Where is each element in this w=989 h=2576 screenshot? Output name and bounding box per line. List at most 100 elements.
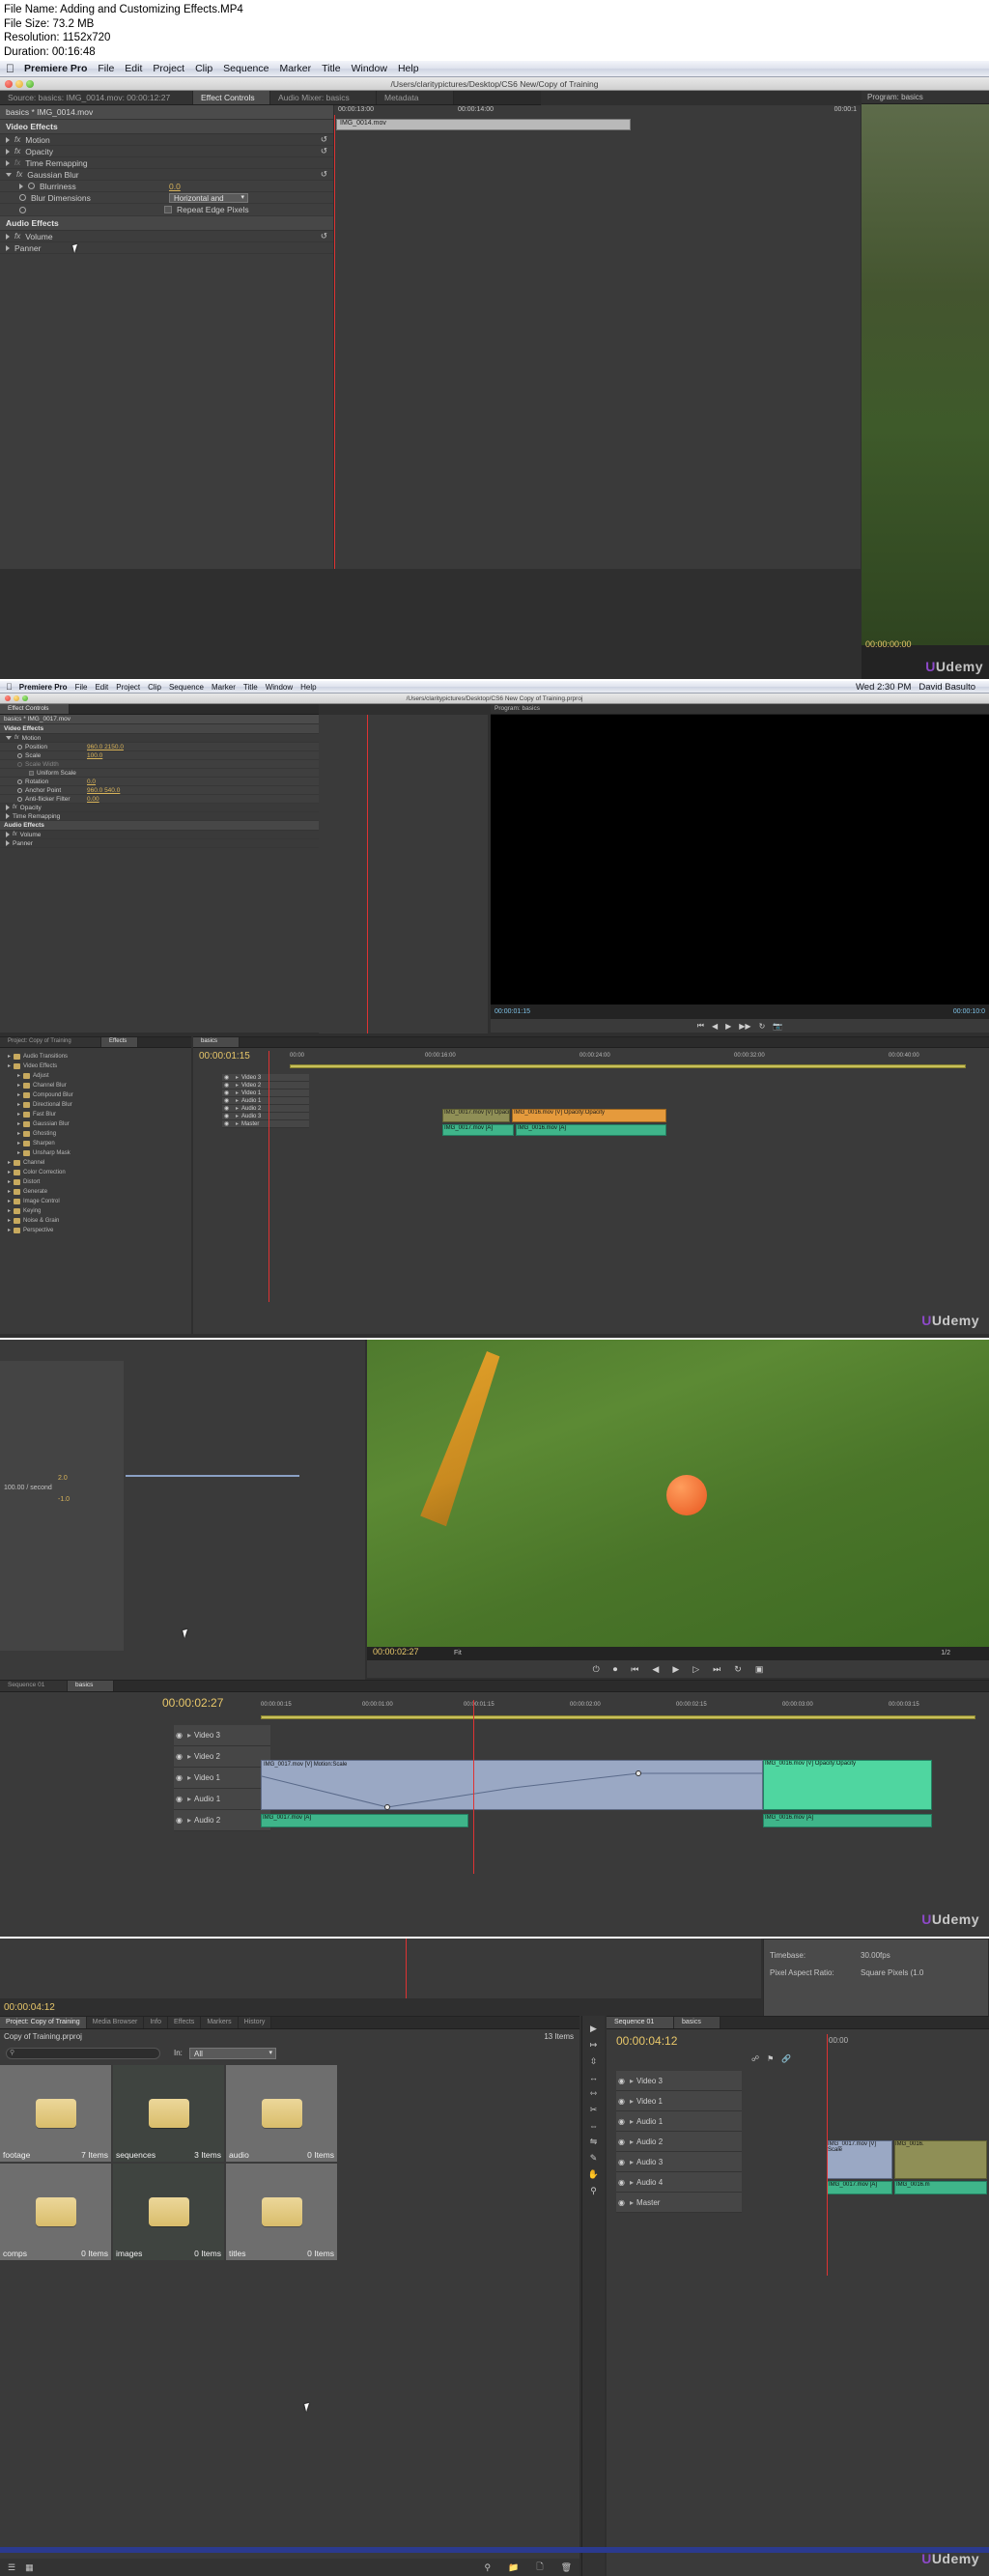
project-tab-project-copy-of-training[interactable]: Project: Copy of Training [0,2017,87,2029]
effects-tree-2[interactable]: ▸ Audio Transitions ▸ Video Effects ▸ Adjust ▸… [0,1048,191,1235]
stopwatch-icon[interactable] [17,778,22,784]
program-ratio-3[interactable]: 1/2 [941,1650,950,1656]
project-bin-item[interactable]: comps 0 Items [0,2164,111,2261]
disclosure-triangle-icon[interactable]: ▸ [17,1110,20,1119]
eye-icon[interactable]: ◉ [618,2071,625,2091]
track-header[interactable]: ◉ ▸ Master [222,1120,309,1129]
disclosure-triangle-icon[interactable]: ▸ [630,2158,634,2166]
menu-clip[interactable]: Clip [195,63,212,74]
play-icon[interactable]: ▶ [672,1664,679,1675]
project-bin-item[interactable]: titles 0 Items [226,2164,337,2261]
fit-label-3[interactable]: Fit [454,1650,462,1656]
program-timecode-3[interactable]: 00:00:02:27 [373,1647,419,1656]
eye-icon[interactable]: ◉ [618,2132,625,2152]
track-header[interactable]: ◉ ▸ Audio 4 [616,2172,742,2194]
disclosure-triangle-icon[interactable]: ▸ [236,1083,239,1089]
menu-premiere-pro[interactable]: Premiere Pro [19,683,68,692]
disclosure-triangle-icon[interactable] [6,736,12,741]
effect-controls-timeline-1[interactable]: 00:00:13:00 00:00:14:00 00:00:1 IMG_0014… [334,105,861,570]
effects-tree-item[interactable]: ▸ Unsharp Mask [4,1148,191,1158]
repeat-edge-pixels-checkbox[interactable] [164,206,172,214]
effects-tree-item[interactable]: ▸ Image Control [4,1197,191,1206]
effects-tree-item[interactable]: ▸ Directional Blur [4,1100,191,1110]
reset-icon[interactable]: ↺ [321,169,327,180]
eye-icon[interactable]: ◉ [176,1810,183,1831]
effects-tree-item[interactable]: ▸ Fast Blur [4,1110,191,1119]
step-back-icon[interactable]: ◀ [652,1664,659,1675]
track-header[interactable]: ◉ ▸ Audio 3 [222,1113,309,1121]
disclosure-triangle-icon[interactable]: ▸ [187,1773,191,1782]
program-timecode-left-2[interactable]: 00:00:01:15 [494,1008,530,1015]
timeline-clip[interactable]: IMG_0016.mov [A] [516,1124,666,1137]
disclosure-triangle-icon[interactable] [19,183,23,189]
reset-icon[interactable]: ↺ [321,146,327,156]
disclosure-triangle-icon[interactable]: ▸ [8,1052,11,1062]
effect-row-scale[interactable]: Scale 100.0 [0,751,319,761]
menu-project[interactable]: Project [153,63,184,74]
effect-row-panner[interactable]: Panner [0,242,333,255]
ec-timeline-clip[interactable]: IMG_0014.mov [336,119,631,131]
play-icon[interactable]: ▶ [725,1022,731,1031]
project-tab-effects[interactable]: Effects [168,2017,202,2029]
slide-tool-icon[interactable]: ⇋ [590,2137,598,2147]
anchor-point-value[interactable]: 960.0 540.0 [87,787,120,794]
stopwatch-icon[interactable] [17,796,22,802]
stopwatch-icon[interactable] [17,787,22,793]
find-icon[interactable]: ⚲ [485,2562,492,2573]
go-to-out-icon[interactable]: ⏭ [713,1664,721,1675]
track-header[interactable]: ◉ ▸ Audio 1 [222,1097,309,1106]
menu-title[interactable]: Title [243,683,258,692]
timeline-clip[interactable]: IMG_0016.mov [A] [763,1814,932,1828]
menu-file[interactable]: File [75,683,88,692]
icon-view-icon[interactable]: ▦ [25,2562,34,2573]
list-view-icon[interactable]: ☰ [8,2562,15,2573]
menu-edit[interactable]: Edit [125,63,142,74]
slip-tool-icon[interactable]: ⇔ [589,2121,598,2131]
effects-tree-item[interactable]: ▸ Generate [4,1187,191,1197]
timeline-timecode-3[interactable]: 00:00:02:27 [162,1696,223,1710]
disclosure-triangle-icon[interactable]: ▸ [187,1816,191,1825]
go-to-in-icon[interactable]: ⏮ [697,1021,704,1031]
playhead-1[interactable] [334,115,335,570]
disclosure-triangle-icon[interactable]: ▸ [236,1114,239,1119]
track-header[interactable]: ◉ ▸ Video 1 [222,1090,309,1098]
hand-tool-icon[interactable]: ✋ [588,2169,599,2180]
timeline-clip[interactable]: IMG_0017.mov [V] Opacity:Opacity [442,1109,510,1123]
track-header[interactable]: ◉ ▸ Video 1 [174,1768,270,1790]
work-area-bar-2[interactable] [290,1064,966,1069]
disclosure-triangle-icon[interactable] [6,148,10,155]
marker-icon[interactable]: ⚑ [767,2054,774,2063]
program-timecode-right-2[interactable]: 00:00:10:0 [953,1008,985,1015]
tab-effect-controls[interactable]: Effect Controls [193,91,270,105]
stopwatch-icon[interactable] [17,744,22,750]
scale-value[interactable]: 100.0 [87,752,102,759]
clock-label[interactable]: Wed 2:30 PM [856,682,911,693]
disclosure-triangle-icon[interactable] [6,813,10,820]
work-area-bar-3[interactable] [261,1715,975,1720]
window-controls-2[interactable] [0,695,28,702]
effect-row-rotation[interactable]: Rotation 0.0 [0,778,319,787]
tab-sequence-01-3[interactable]: Sequence 01 [0,1681,68,1692]
project-tab-media-browser[interactable]: Media Browser [86,2017,145,2029]
playhead-4[interactable] [406,1939,407,1999]
disclosure-triangle-icon[interactable]: ▸ [236,1098,239,1104]
disclosure-triangle-icon[interactable]: ▸ [187,1752,191,1761]
effects-tree-item[interactable]: ▸ Color Correction [4,1168,191,1177]
eye-icon[interactable]: ◉ [224,1105,229,1113]
effect-row-anti-flicker[interactable]: Anti-flicker Filter 0.00 [0,795,319,805]
sequence-clip-v1b[interactable]: IMG_0016. [894,2140,987,2180]
razor-tool-icon[interactable]: ✂ [590,2105,598,2115]
stopwatch-icon[interactable] [17,761,22,767]
effect-row-scale-width[interactable]: Scale Width [0,760,319,770]
tab-basics-4[interactable]: basics [674,2017,721,2029]
rate-stretch-tool-icon[interactable]: ⇿ [590,2088,598,2099]
loop-icon[interactable]: ↻ [734,1664,742,1675]
effect-row-panner-2[interactable]: Panner [0,839,319,849]
timeline-clip[interactable]: IMG_0016.mov [V] Opacity:Opacity [512,1109,666,1123]
tab-program-monitor-2[interactable]: Program: basics [491,704,989,716]
timeline-ruler-2[interactable]: 00:00 00:00:16:00 00:00:24:00 00:00:32:0… [290,1053,966,1062]
project-bin-item[interactable]: sequences 3 Items [113,2065,224,2163]
tab-project-2[interactable]: Project: Copy of Training [0,1037,101,1048]
menu-marker[interactable]: Marker [212,683,236,692]
tab-metadata[interactable]: Metadata [377,91,454,105]
